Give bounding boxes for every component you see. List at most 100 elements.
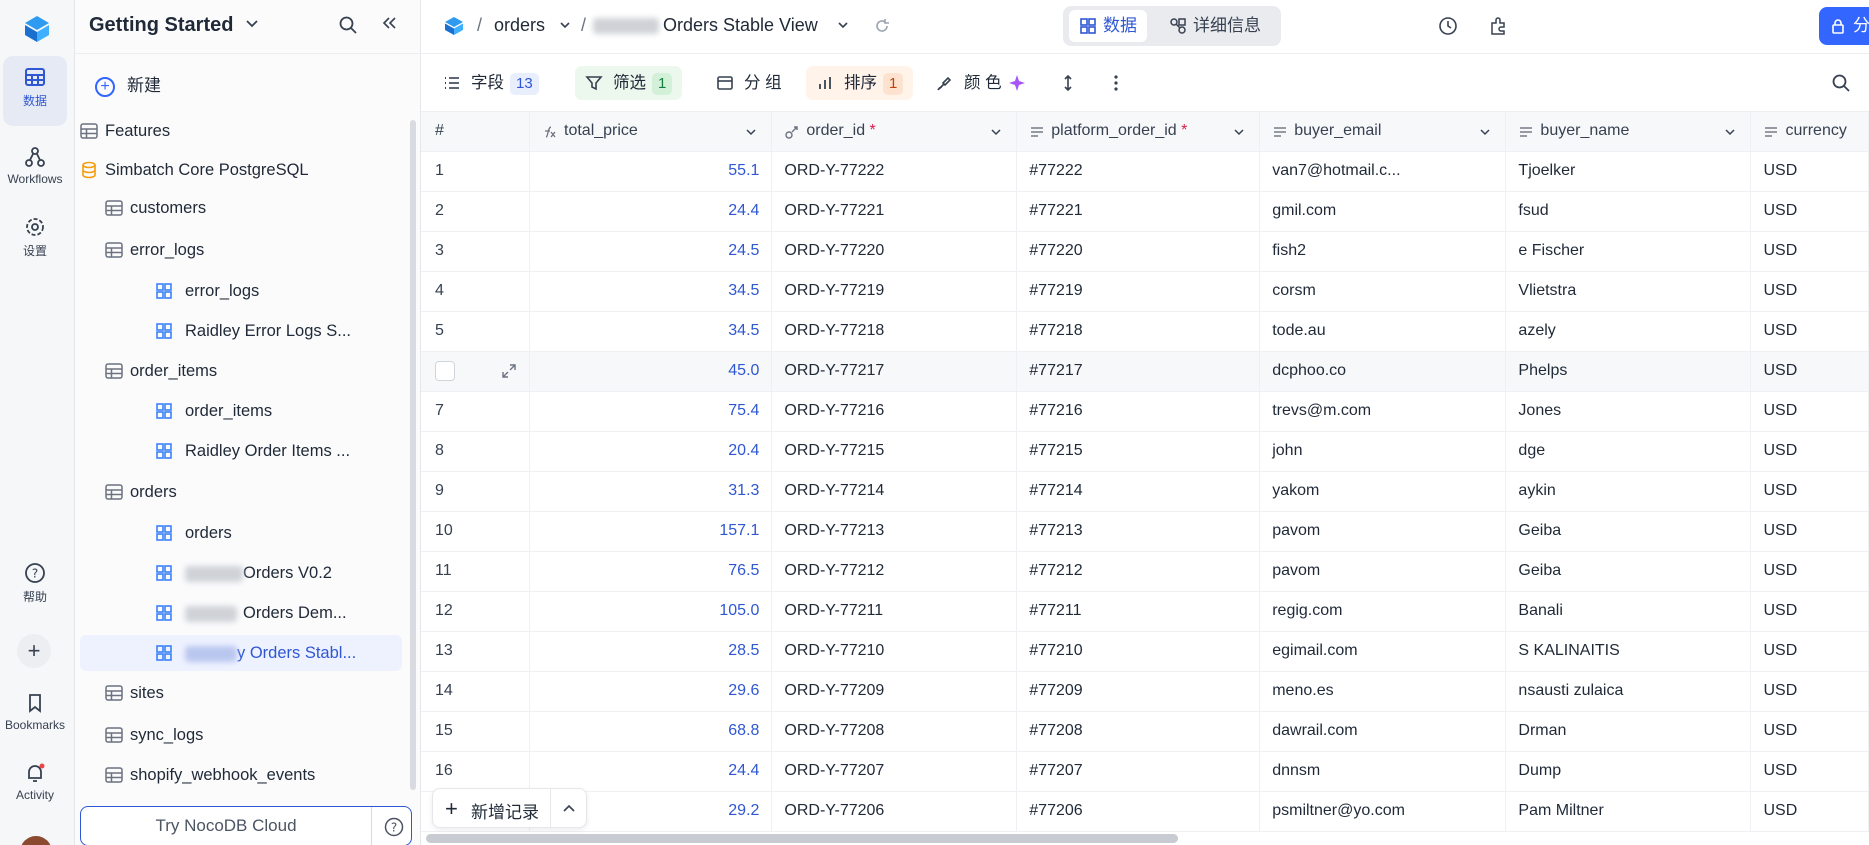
sidebar-item-sites[interactable]: sites bbox=[75, 675, 405, 711]
sidebar-item-database[interactable]: Simbatch Core PostgreSQL bbox=[75, 152, 405, 188]
search-icon[interactable] bbox=[1831, 73, 1851, 93]
platform-order-id-cell[interactable]: #77222 bbox=[1016, 151, 1261, 192]
chevron-down-icon[interactable] bbox=[990, 126, 1002, 138]
chevron-down-icon[interactable] bbox=[245, 17, 259, 31]
buyer-email-cell[interactable]: john bbox=[1259, 431, 1507, 472]
order-id-cell[interactable]: ORD-Y-77208 bbox=[771, 711, 1018, 752]
total-price-cell[interactable]: 157.1 bbox=[529, 511, 773, 552]
currency-cell[interactable]: USD bbox=[1750, 591, 1869, 632]
reload-icon[interactable] bbox=[873, 17, 891, 35]
rail-item-settings[interactable]: 设置 bbox=[3, 216, 67, 259]
buyer-name-cell[interactable]: aykin bbox=[1505, 471, 1752, 512]
table-row[interactable]: 3 24.5 ORD-Y-77220 #77220 fish2 e Fischer USD bbox=[421, 231, 1869, 272]
buyer-name-cell[interactable]: Geiba bbox=[1505, 551, 1752, 592]
currency-cell[interactable]: USD bbox=[1750, 511, 1869, 552]
row-number-cell[interactable]: 4 bbox=[421, 271, 530, 312]
order-id-cell[interactable]: ORD-Y-77213 bbox=[771, 511, 1018, 552]
buyer-name-cell[interactable]: S KALINAITIS bbox=[1505, 631, 1752, 672]
buyer-email-cell[interactable]: corsm bbox=[1259, 271, 1507, 312]
column-header-order-id[interactable]: order_id * bbox=[771, 112, 1018, 152]
row-number-cell[interactable]: 8 bbox=[421, 431, 530, 472]
order-id-cell[interactable]: ORD-Y-77214 bbox=[771, 471, 1018, 512]
platform-order-id-cell[interactable]: #77209 bbox=[1016, 671, 1261, 712]
buyer-name-cell[interactable]: Jones bbox=[1505, 391, 1752, 432]
total-price-cell[interactable]: 31.3 bbox=[529, 471, 773, 512]
platform-order-id-cell[interactable]: #77216 bbox=[1016, 391, 1261, 432]
sidebar-item-shopify-webhook-events[interactable]: shopify_webhook_events bbox=[75, 757, 405, 793]
row-height-icon[interactable] bbox=[1059, 74, 1077, 92]
chevron-down-icon[interactable] bbox=[837, 19, 849, 31]
order-id-cell[interactable]: ORD-Y-77206 bbox=[771, 791, 1018, 832]
new-record-button[interactable]: + 新增记录 bbox=[432, 788, 587, 828]
row-number-cell[interactable]: 10 bbox=[421, 511, 530, 552]
platform-order-id-cell[interactable]: #77210 bbox=[1016, 631, 1261, 672]
tab-details[interactable]: 详细信息 bbox=[1159, 10, 1271, 42]
avatar[interactable] bbox=[20, 836, 52, 845]
buyer-email-cell[interactable]: tode.au bbox=[1259, 311, 1507, 352]
buyer-name-cell[interactable]: Geiba bbox=[1505, 511, 1752, 552]
currency-cell[interactable]: USD bbox=[1750, 751, 1869, 792]
row-number-cell[interactable]: 11 bbox=[421, 551, 530, 592]
order-id-cell[interactable]: ORD-Y-77209 bbox=[771, 671, 1018, 712]
buyer-name-cell[interactable]: Phelps bbox=[1505, 351, 1752, 392]
currency-cell[interactable]: USD bbox=[1750, 791, 1869, 832]
buyer-email-cell[interactable]: dawrail.com bbox=[1259, 711, 1507, 752]
buyer-email-cell[interactable]: pavom bbox=[1259, 551, 1507, 592]
table-row[interactable]: 16 24.4 ORD-Y-77207 #77207 dnnsm Dump USD bbox=[421, 751, 1869, 792]
filter-button[interactable]: 筛选 1 bbox=[575, 66, 683, 100]
collapse-sidebar-icon[interactable] bbox=[380, 14, 400, 34]
buyer-email-cell[interactable]: psmiltner@yo.com bbox=[1259, 791, 1507, 832]
order-id-cell[interactable]: ORD-Y-77217 bbox=[771, 351, 1018, 392]
chevron-down-icon[interactable] bbox=[1233, 126, 1245, 138]
currency-cell[interactable]: USD bbox=[1750, 551, 1869, 592]
order-id-cell[interactable]: ORD-Y-77222 bbox=[771, 151, 1018, 192]
row-number-cell[interactable]: 14 bbox=[421, 671, 530, 712]
new-button[interactable]: + 新建 bbox=[95, 71, 161, 97]
sort-button[interactable]: 排序 1 bbox=[806, 66, 914, 100]
currency-cell[interactable]: USD bbox=[1750, 191, 1869, 232]
rail-item-bookmarks[interactable]: Bookmarks bbox=[0, 692, 70, 732]
share-button[interactable]: 分 bbox=[1819, 7, 1869, 45]
rail-item-workflows[interactable]: Workflows bbox=[3, 146, 67, 186]
platform-order-id-cell[interactable]: #77207 bbox=[1016, 751, 1261, 792]
sidebar-view-order-items[interactable]: order_items bbox=[75, 393, 405, 429]
base-logo-icon[interactable] bbox=[443, 15, 465, 37]
currency-cell[interactable]: USD bbox=[1750, 711, 1869, 752]
column-header-platform-order-id[interactable]: platform_order_id * bbox=[1016, 112, 1261, 152]
sidebar-view-orders-stable[interactable]: y Orders Stabl... bbox=[80, 635, 402, 671]
table-row[interactable]: 12 105.0 ORD-Y-77211 #77211 regig.com Banali U… bbox=[421, 591, 1869, 632]
sidebar-view-raidley-order-items[interactable]: Raidley Order Items ... bbox=[75, 433, 405, 469]
group-button[interactable]: 分 组 bbox=[706, 66, 792, 100]
order-id-cell[interactable]: ORD-Y-77215 bbox=[771, 431, 1018, 472]
breadcrumb-table[interactable]: orders bbox=[494, 15, 545, 36]
buyer-name-cell[interactable]: Drman bbox=[1505, 711, 1752, 752]
try-cloud-button[interactable]: Try NocoDB Cloud ? bbox=[80, 806, 412, 845]
currency-cell[interactable]: USD bbox=[1750, 231, 1869, 272]
total-price-cell[interactable]: 24.4 bbox=[529, 191, 773, 232]
tab-data[interactable]: 数据 bbox=[1069, 10, 1147, 42]
total-price-cell[interactable]: 68.8 bbox=[529, 711, 773, 752]
sidebar-view-orders-v02[interactable]: Orders V0.2 bbox=[75, 555, 405, 591]
buyer-name-cell[interactable]: Tjoelker bbox=[1505, 151, 1752, 192]
table-row[interactable]: 45.0 ORD-Y-77217 #77217 dcphoo.co Phelps USD bbox=[421, 351, 1869, 392]
platform-order-id-cell[interactable]: #77213 bbox=[1016, 511, 1261, 552]
buyer-email-cell[interactable]: trevs@m.com bbox=[1259, 391, 1507, 432]
sidebar-view-error-logs[interactable]: error_logs bbox=[75, 273, 405, 309]
buyer-name-cell[interactable]: fsud bbox=[1505, 191, 1752, 232]
table-row[interactable]: 11 76.5 ORD-Y-77212 #77212 pavom Geiba USD bbox=[421, 551, 1869, 592]
row-number-cell[interactable]: 1 bbox=[421, 151, 530, 192]
sidebar-view-raidley-error-logs[interactable]: Raidley Error Logs S... bbox=[75, 313, 405, 349]
table-row[interactable]: 1 55.1 ORD-Y-77222 #77222 van7@hotmail.c... T… bbox=[421, 151, 1869, 192]
platform-order-id-cell[interactable]: #77218 bbox=[1016, 311, 1261, 352]
total-price-cell[interactable]: 24.4 bbox=[529, 751, 773, 792]
total-price-cell[interactable]: 45.0 bbox=[529, 351, 773, 392]
table-row[interactable]: 7 75.4 ORD-Y-77216 #77216 trevs@m.com Jones US… bbox=[421, 391, 1869, 432]
currency-cell[interactable]: USD bbox=[1750, 631, 1869, 672]
platform-order-id-cell[interactable]: #77215 bbox=[1016, 431, 1261, 472]
table-row[interactable]: 15 68.8 ORD-Y-77208 #77208 dawrail.com Drman U… bbox=[421, 711, 1869, 752]
row-number-cell[interactable]: 2 bbox=[421, 191, 530, 232]
table-row[interactable]: 2 24.4 ORD-Y-77221 #77221 gmil.com fsud USD bbox=[421, 191, 1869, 232]
buyer-email-cell[interactable]: meno.es bbox=[1259, 671, 1507, 712]
buyer-email-cell[interactable]: pavom bbox=[1259, 511, 1507, 552]
sidebar-item-customers[interactable]: customers bbox=[75, 190, 405, 226]
